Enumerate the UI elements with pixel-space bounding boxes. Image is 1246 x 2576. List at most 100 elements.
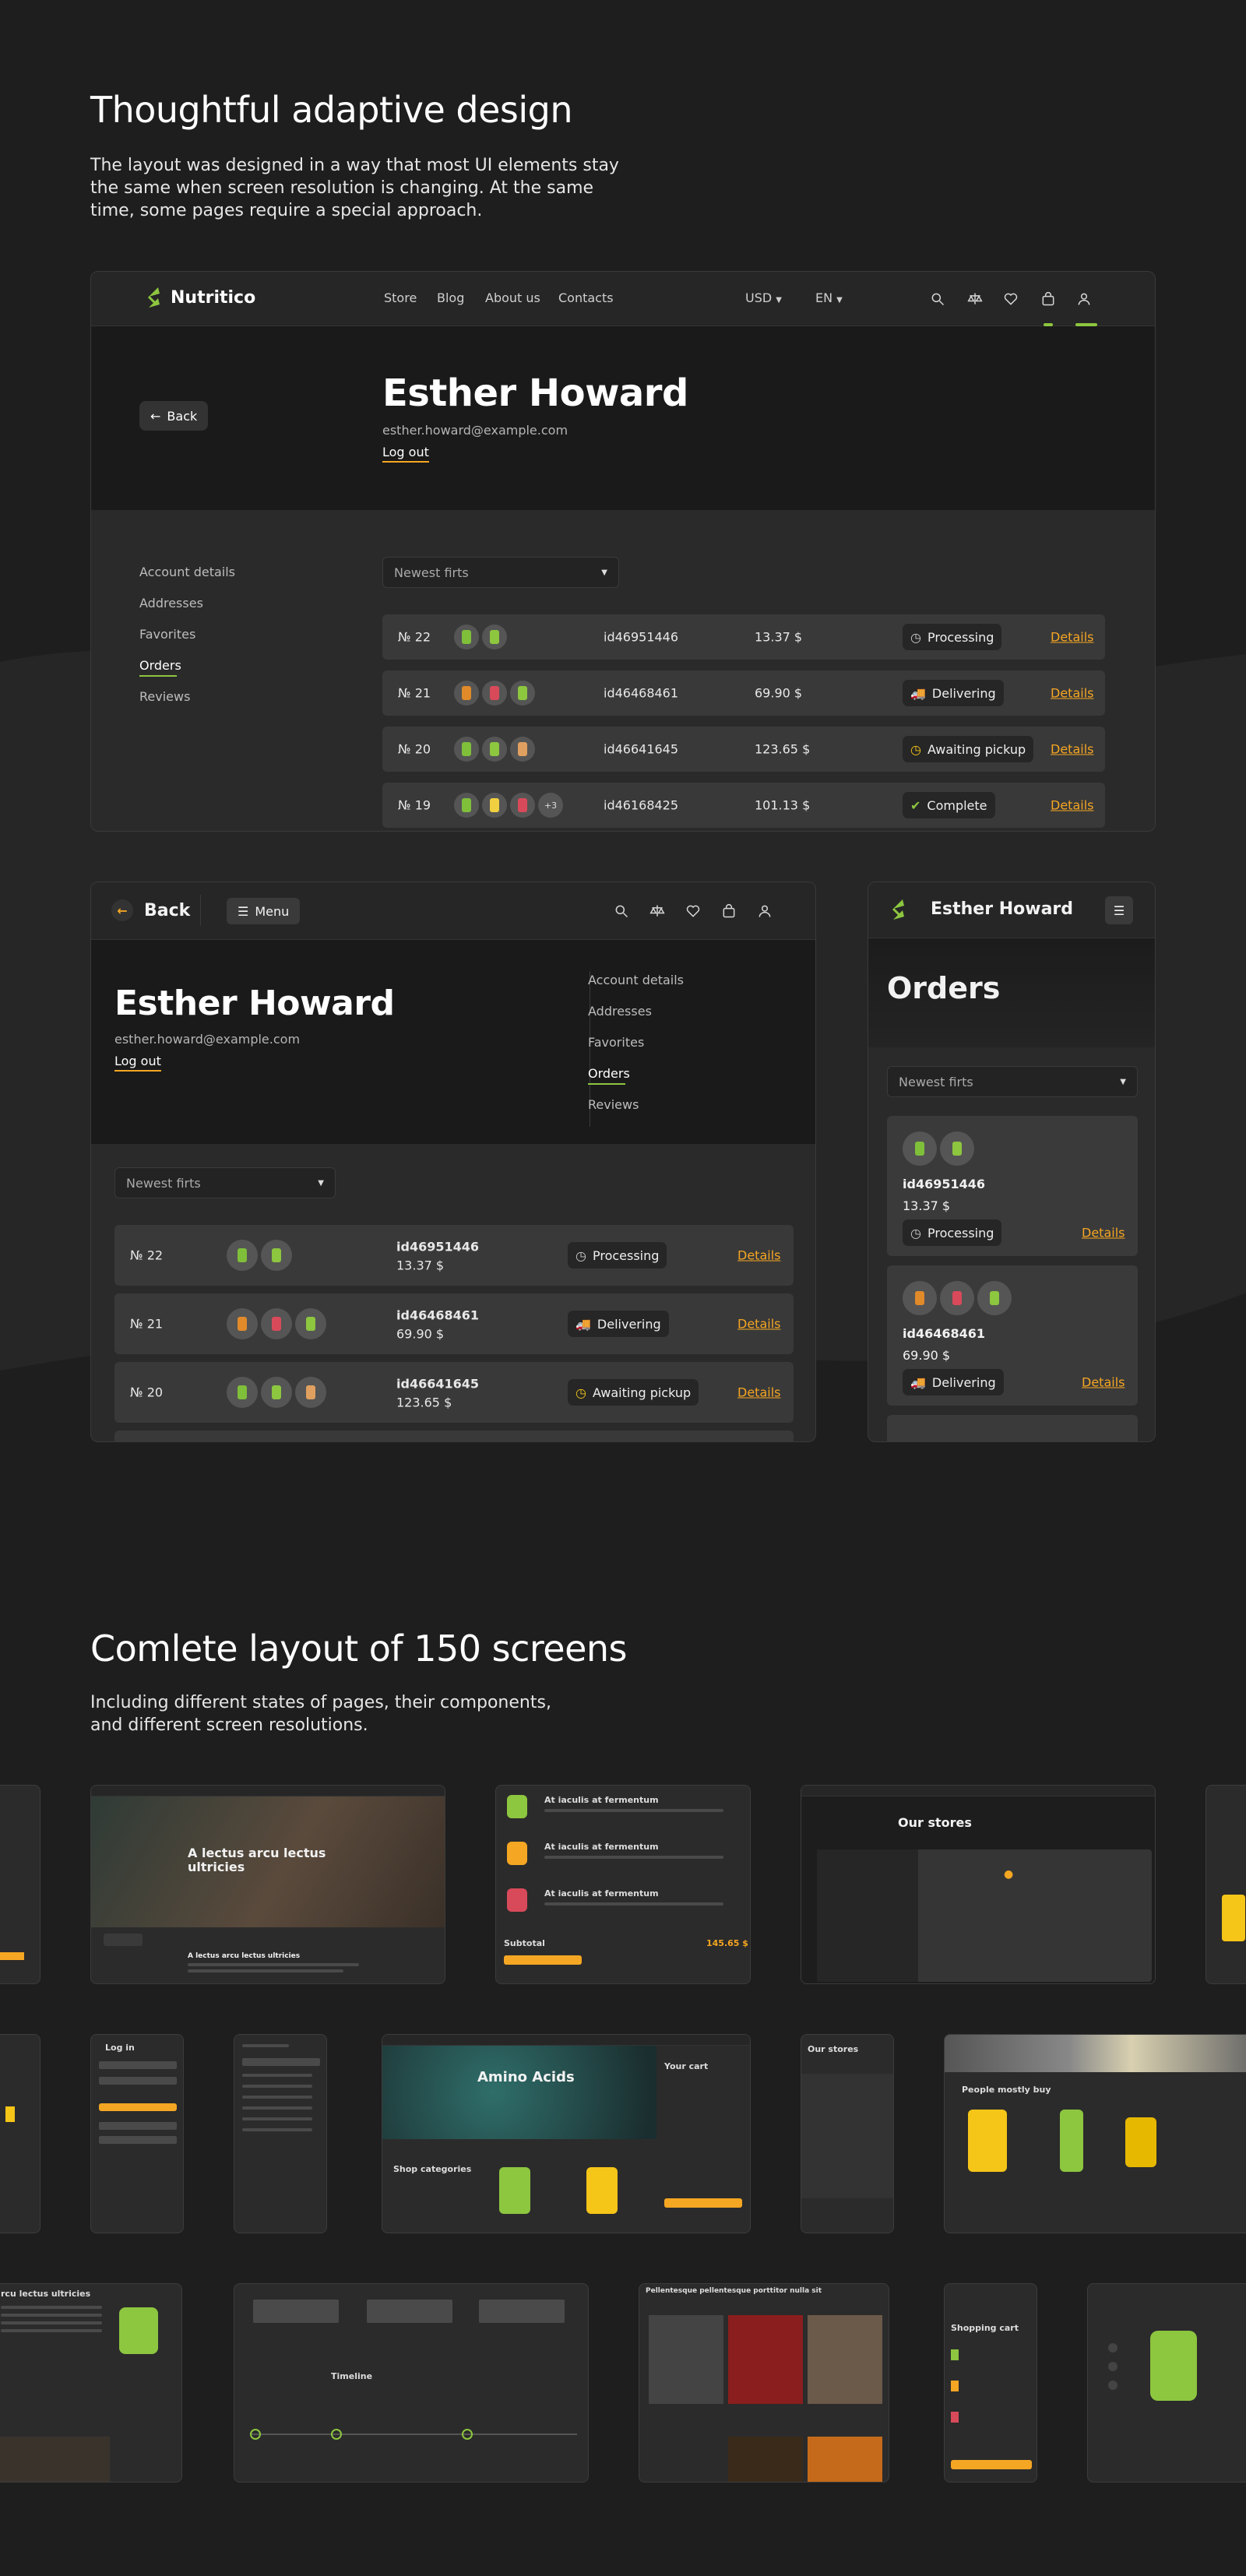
- chevron-down-icon: ▼: [836, 296, 843, 304]
- mobile-header: Esther Howard ☰: [868, 882, 1155, 938]
- screen-thumbnail: Pellentesque pellentesque porttitor null…: [639, 2283, 889, 2483]
- cart-icon[interactable]: [1040, 290, 1057, 308]
- screen-thumbnail: Shopping cart: [944, 2283, 1037, 2483]
- product-thumbs: [903, 1281, 1012, 1315]
- heart-icon[interactable]: [685, 903, 702, 920]
- clock-icon: ◷: [575, 1248, 586, 1263]
- details-link[interactable]: Details: [737, 1248, 780, 1263]
- back-button[interactable]: ← Back: [139, 401, 209, 431]
- status-label: Complete: [927, 797, 987, 813]
- product-thumbs: [903, 1131, 974, 1166]
- sidebar-item-reviews[interactable]: Reviews: [139, 689, 190, 704]
- photo-strip: [945, 2035, 1246, 2072]
- order-id: id46951446: [396, 1239, 479, 1255]
- sidebar-item-orders[interactable]: Orders: [588, 1066, 630, 1085]
- sort-select[interactable]: Newest firts ▼: [382, 557, 619, 588]
- order-price: 123.65 $: [755, 741, 811, 757]
- product-thumb: [454, 625, 479, 649]
- cart-item-title: At iaculis at fermentum: [544, 1842, 659, 1852]
- nav-store[interactable]: Store: [384, 290, 417, 305]
- sidebar-item-addresses[interactable]: Addresses: [139, 596, 203, 611]
- status-label: Delivering: [931, 685, 996, 701]
- nav-about[interactable]: About us: [485, 290, 540, 305]
- details-link[interactable]: Details: [1082, 1226, 1125, 1240]
- details-link[interactable]: Details: [1051, 686, 1093, 701]
- leaf-icon: [147, 287, 160, 308]
- status-badge: ◷ Processing: [568, 1242, 667, 1269]
- sidebar-item-orders[interactable]: Orders: [139, 658, 181, 677]
- status-badge: ◷ Processing: [903, 1219, 1002, 1246]
- orders-hero: Orders: [868, 938, 1155, 1047]
- product-thumb: [482, 737, 507, 762]
- product-thumb: [454, 681, 479, 706]
- truck-icon: 🚚: [575, 1316, 591, 1332]
- logout-link[interactable]: Log out: [382, 445, 429, 463]
- thumb-button: [0, 1952, 24, 1960]
- status-label: Processing: [592, 1248, 660, 1263]
- order-price: 13.37 $: [396, 1258, 445, 1273]
- order-number: № 22: [398, 629, 431, 645]
- details-link[interactable]: Details: [737, 1317, 780, 1332]
- details-link[interactable]: Details: [1051, 630, 1093, 645]
- compare-icon[interactable]: [649, 903, 666, 920]
- compare-icon[interactable]: [966, 290, 984, 308]
- user-icon[interactable]: [756, 903, 773, 920]
- screen-thumbnail: Amino Acids Your cart Shop categories: [382, 2034, 751, 2233]
- screen-thumbnail: [0, 2034, 40, 2233]
- profile-hero: Esther Howard esther.howard@example.com …: [91, 940, 815, 1144]
- desktop-header: Nutritico Store Blog About us Contacts U…: [91, 272, 1155, 326]
- search-icon[interactable]: [929, 290, 946, 308]
- status-badge: ◷ Processing: [903, 624, 1002, 650]
- sidebar-item-account-details[interactable]: Account details: [139, 565, 235, 579]
- user-icon[interactable]: [1075, 290, 1093, 308]
- details-link[interactable]: Details: [1051, 742, 1093, 757]
- clock-icon: ◷: [910, 1225, 921, 1240]
- checkout-button: [504, 1955, 582, 1965]
- back-label: Back: [167, 408, 198, 424]
- order-id: id46168425: [604, 797, 679, 813]
- section-title: Comlete layout of 150 screens: [90, 1628, 628, 1670]
- status-label: Processing: [927, 629, 994, 645]
- nav-contacts[interactable]: Contacts: [558, 290, 614, 305]
- language-value: EN: [815, 290, 833, 305]
- login-title: Log in: [105, 2043, 135, 2053]
- back-button[interactable]: ← Back: [111, 899, 190, 921]
- heart-icon[interactable]: [1002, 290, 1019, 308]
- nav-blog[interactable]: Blog: [437, 290, 464, 305]
- details-link[interactable]: Details: [737, 1385, 780, 1400]
- search-icon[interactable]: [613, 903, 630, 920]
- sidebar-item-favorites[interactable]: Favorites: [588, 1035, 644, 1050]
- screen-thumbnail: [1206, 1785, 1246, 1984]
- product-thumb: [295, 1377, 326, 1408]
- sort-value: Newest firts: [899, 1074, 973, 1089]
- product-image: [1125, 2117, 1156, 2167]
- product-thumbs: [227, 1240, 292, 1271]
- hamburger-icon[interactable]: ☰: [1105, 896, 1133, 924]
- cart-icon[interactable]: [720, 903, 737, 920]
- details-link[interactable]: Details: [1082, 1375, 1125, 1390]
- menu-button[interactable]: ☰ Menu: [227, 898, 301, 924]
- product-image: [5, 2106, 15, 2122]
- sort-select[interactable]: Newest firts ▼: [887, 1066, 1138, 1097]
- product-image: [951, 2412, 959, 2423]
- product-thumb: [482, 625, 507, 649]
- order-number: № 21: [398, 685, 431, 701]
- user-name: Esther Howard: [114, 984, 395, 1023]
- currency-select[interactable]: USD ▼: [745, 290, 782, 305]
- details-link[interactable]: Details: [1051, 798, 1093, 813]
- status-badge: ✔ Complete: [903, 792, 995, 818]
- sidebar-item-favorites[interactable]: Favorites: [139, 627, 195, 642]
- product-thumb: [227, 1240, 258, 1271]
- language-select[interactable]: EN ▼: [815, 290, 843, 305]
- stores-title: Our stores: [898, 1815, 972, 1830]
- order-id: id46468461: [396, 1307, 479, 1323]
- sidebar-item-account-details[interactable]: Account details: [588, 973, 684, 987]
- brand-logo[interactable]: Nutritico: [146, 286, 255, 309]
- thumb-dot: [1108, 2343, 1118, 2353]
- sidebar-item-reviews[interactable]: Reviews: [588, 1097, 639, 1112]
- sort-select[interactable]: Newest firts ▼: [114, 1167, 336, 1198]
- product-thumb: [227, 1377, 258, 1408]
- sidebar-item-addresses[interactable]: Addresses: [588, 1004, 652, 1019]
- logout-link[interactable]: Log out: [114, 1054, 161, 1072]
- status-label: Awaiting pickup: [927, 741, 1026, 757]
